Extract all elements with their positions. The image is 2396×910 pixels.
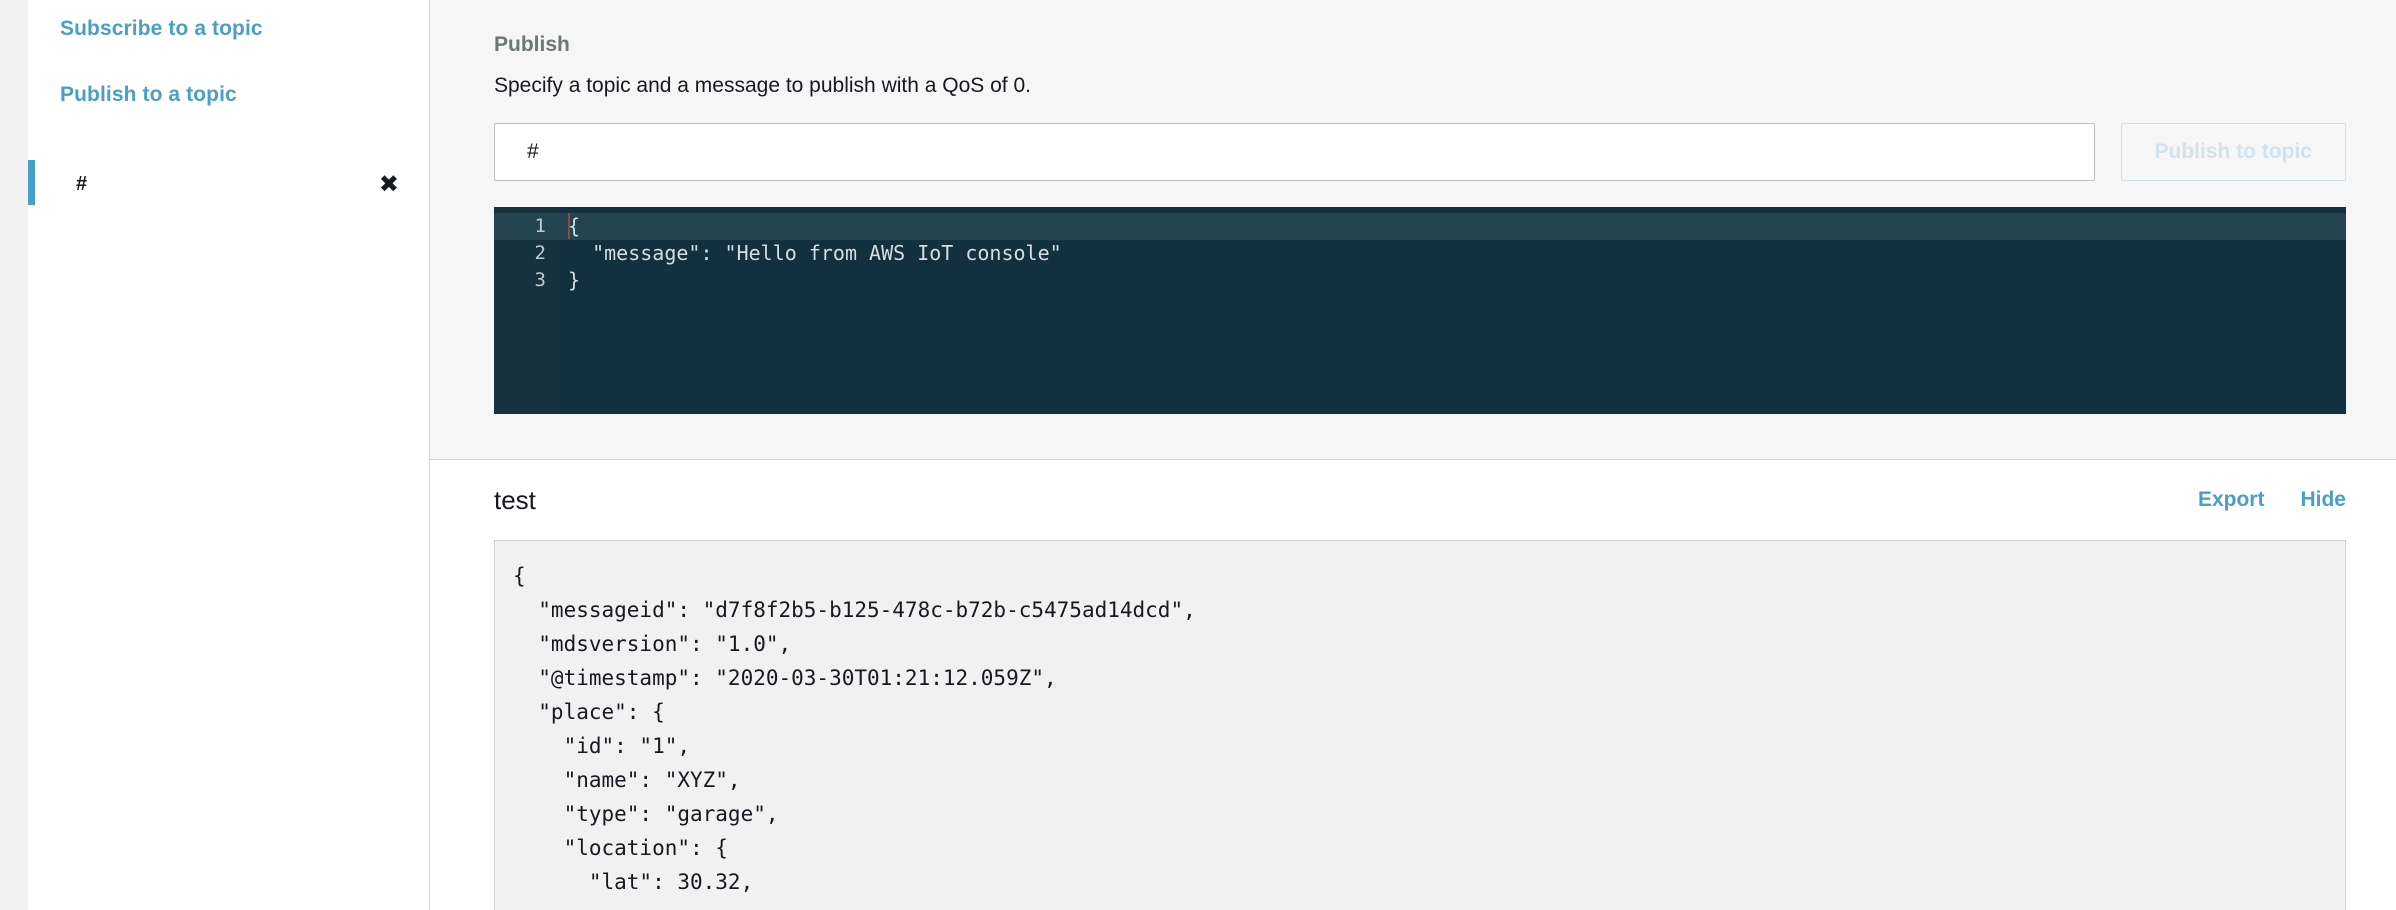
topic-input[interactable] [494,123,2095,181]
editor-gutter: 1 2 3 [494,207,560,414]
editor-code-area[interactable]: { "message": "Hello from AWS IoT console… [560,207,2346,414]
message-payload-editor[interactable]: 1 2 3 { "message": "Hello from AWS IoT c… [494,207,2346,414]
message-payload-json: { "messageid": "d7f8f2b5-b125-478c-b72b-… [494,540,2346,910]
results-header: test Export Hide [430,460,2396,540]
sidebar-link-subscribe[interactable]: Subscribe to a topic [28,17,429,41]
sidebar-link-publish[interactable]: Publish to a topic [28,83,429,107]
editor-code-line: { [560,213,2346,240]
editor-line-number: 3 [534,269,546,291]
publish-to-topic-button[interactable]: Publish to topic [2120,123,2346,181]
results-topic-title: test [494,485,536,515]
sidebar-subscription-item[interactable]: # ✖ [28,148,430,220]
editor-code-line: } [568,268,581,292]
active-indicator-bar [28,160,35,205]
hide-link[interactable]: Hide [2300,488,2346,512]
sidebar: Subscribe to a topic Publish to a topic … [28,0,430,910]
publish-section-title: Publish [494,33,570,56]
publish-controls-row: Publish to topic [494,123,2346,181]
export-link[interactable]: Export [2198,488,2265,512]
page-left-margin [0,0,28,910]
publish-panel: Publish Specify a topic and a message to… [430,0,2396,460]
aws-iot-test-client: Subscribe to a topic Publish to a topic … [0,0,2396,910]
subscription-topic-label: # [76,173,88,195]
close-x-icon[interactable]: ✖ [379,172,399,196]
results-payload-wrapper: { "messageid": "d7f8f2b5-b125-478c-b72b-… [430,540,2396,910]
results-actions: Export Hide [2198,488,2346,512]
editor-code-line: "message": "Hello from AWS IoT console" [568,241,1062,265]
text-caret [568,213,570,239]
editor-line-number: 1 [494,213,560,240]
editor-line-number: 2 [534,242,546,264]
publish-section-description: Specify a topic and a message to publish… [494,74,1031,97]
main-content: Publish Specify a topic and a message to… [430,0,2396,910]
